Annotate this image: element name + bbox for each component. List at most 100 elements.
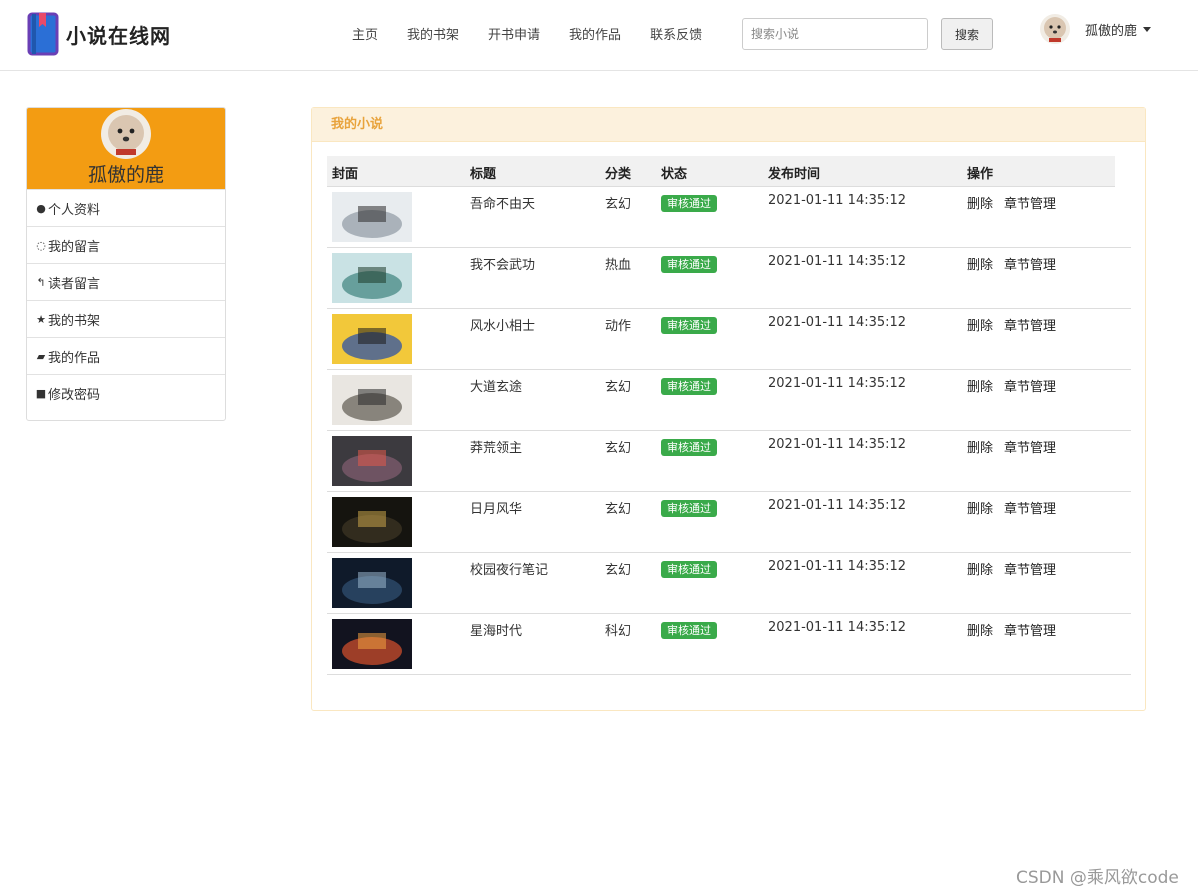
chapter-manage-button[interactable]: 章节管理 bbox=[1004, 315, 1056, 334]
avatar bbox=[1040, 14, 1070, 44]
sidebar-item-my-works[interactable]: ▰ 我的作品 bbox=[27, 337, 225, 374]
book-category: 热血 bbox=[605, 258, 632, 273]
sidebar-item-label: 我的留言 bbox=[48, 239, 101, 255]
book-cover-image[interactable] bbox=[332, 558, 412, 608]
book-cover-image[interactable] bbox=[332, 253, 412, 303]
status-badge: 审核通过 bbox=[661, 622, 717, 639]
chapter-manage-button[interactable]: 章节管理 bbox=[1004, 498, 1056, 517]
delete-button[interactable]: 删除 bbox=[967, 620, 993, 639]
book-cover-image[interactable] bbox=[332, 497, 412, 547]
chapter-manage-button[interactable]: 章节管理 bbox=[1004, 437, 1056, 456]
delete-button[interactable]: 删除 bbox=[967, 254, 993, 273]
sidebar-item-my-messages[interactable]: ◌ 我的留言 bbox=[27, 226, 225, 263]
publish-time: 2021-01-11 14:35:12 bbox=[768, 559, 907, 574]
chapter-manage-button[interactable]: 章节管理 bbox=[1004, 559, 1056, 578]
book-title[interactable]: 星海时代 bbox=[470, 620, 522, 639]
brand[interactable]: 小说在线网 bbox=[27, 12, 171, 56]
book-cover-image[interactable] bbox=[332, 436, 412, 486]
book-cover-image[interactable] bbox=[332, 619, 412, 669]
book-title[interactable]: 吾命不由天 bbox=[470, 193, 535, 212]
book-category: 玄幻 bbox=[605, 441, 632, 456]
chapter-manage-button[interactable]: 章节管理 bbox=[1004, 254, 1056, 273]
sidebar-item-change-password[interactable]: ■ 修改密码 bbox=[27, 374, 225, 411]
book-category: 动作 bbox=[605, 319, 632, 334]
header-title: 标题 bbox=[470, 167, 497, 182]
table-header: 封面 标题 分类 状态 发布时间 操作 bbox=[327, 156, 1115, 187]
panel-title: 我的小说 bbox=[312, 108, 1145, 142]
search-input[interactable] bbox=[742, 18, 928, 50]
profile-name: 孤傲的鹿 bbox=[87, 164, 164, 186]
delete-button[interactable]: 删除 bbox=[967, 193, 993, 212]
chapter-manage-button[interactable]: 章节管理 bbox=[1004, 620, 1056, 639]
sidebar-item-label: 个人资料 bbox=[48, 202, 101, 218]
nav-home[interactable]: 主页 bbox=[352, 24, 378, 43]
table-row: 星海时代 科幻 审核通过 2021-01-11 14:35:12 删除 章节管理 bbox=[327, 614, 1131, 675]
reply-icon: ↰ bbox=[36, 275, 46, 289]
top-navbar: 小说在线网 主页 我的书架 开书申请 我的作品 联系反馈 搜索 孤傲的鹿 bbox=[0, 0, 1198, 71]
sidebar-item-profile[interactable]: ● 个人资料 bbox=[27, 189, 225, 226]
table-row: 校园夜行笔记 玄幻 审核通过 2021-01-11 14:35:12 删除 章节管理 bbox=[327, 553, 1131, 614]
caret-down-icon bbox=[1143, 26, 1152, 32]
table-row: 日月风华 玄幻 审核通过 2021-01-11 14:35:12 删除 章节管理 bbox=[327, 492, 1131, 553]
book-cover-image[interactable] bbox=[332, 314, 412, 364]
header-actions: 操作 bbox=[967, 167, 994, 182]
publish-time: 2021-01-11 14:35:12 bbox=[768, 437, 907, 452]
watermark: CSDN @乘风欲code bbox=[1016, 868, 1179, 888]
book-category: 科幻 bbox=[605, 624, 632, 639]
sidebar-item-reader-messages[interactable]: ↰ 读者留言 bbox=[27, 263, 225, 300]
delete-button[interactable]: 删除 bbox=[967, 376, 993, 395]
my-novels-panel: 我的小说 封面 标题 分类 状态 发布时间 操作 吾命不由天 玄幻 审核通过 2021… bbox=[311, 107, 1146, 711]
book-title[interactable]: 莽荒领主 bbox=[470, 437, 522, 456]
nav-bookshelf[interactable]: 我的书架 bbox=[407, 24, 459, 43]
table-row: 我不会武功 热血 审核通过 2021-01-11 14:35:12 删除 章节管理 bbox=[327, 248, 1131, 309]
sidebar-item-label: 我的书架 bbox=[48, 313, 101, 329]
nav-my-works[interactable]: 我的作品 bbox=[569, 24, 621, 43]
delete-button[interactable]: 删除 bbox=[967, 437, 993, 456]
table-row: 大道玄途 玄幻 审核通过 2021-01-11 14:35:12 删除 章节管理 bbox=[327, 370, 1131, 431]
user-icon: ● bbox=[36, 201, 46, 215]
delete-button[interactable]: 删除 bbox=[967, 498, 993, 517]
chapter-manage-button[interactable]: 章节管理 bbox=[1004, 376, 1056, 395]
book-title[interactable]: 我不会武功 bbox=[470, 254, 535, 273]
sidebar-item-label: 我的作品 bbox=[48, 350, 101, 366]
status-badge: 审核通过 bbox=[661, 317, 717, 334]
sidebar-item-bookshelf[interactable]: ★ 我的书架 bbox=[27, 300, 225, 337]
user-menu[interactable]: 孤傲的鹿 bbox=[1040, 14, 1152, 44]
nav-feedback[interactable]: 联系反馈 bbox=[650, 24, 702, 43]
publish-time: 2021-01-11 14:35:12 bbox=[768, 498, 907, 513]
status-badge: 审核通过 bbox=[661, 378, 717, 395]
publish-time: 2021-01-11 14:35:12 bbox=[768, 376, 907, 391]
main-nav: 主页 我的书架 开书申请 我的作品 联系反馈 bbox=[352, 24, 731, 43]
book-category: 玄幻 bbox=[605, 563, 632, 578]
book-category: 玄幻 bbox=[605, 380, 632, 395]
header-status: 状态 bbox=[661, 167, 688, 182]
status-badge: 审核通过 bbox=[661, 500, 717, 517]
delete-button[interactable]: 删除 bbox=[967, 315, 993, 334]
nav-apply-book[interactable]: 开书申请 bbox=[488, 24, 540, 43]
publish-time: 2021-01-11 14:35:12 bbox=[768, 315, 907, 330]
search-button[interactable]: 搜索 bbox=[941, 18, 993, 50]
publish-time: 2021-01-11 14:35:12 bbox=[768, 620, 907, 635]
book-cover-image[interactable] bbox=[332, 192, 412, 242]
status-badge: 审核通过 bbox=[661, 561, 717, 578]
publish-time: 2021-01-11 14:35:12 bbox=[768, 254, 907, 269]
book-category: 玄幻 bbox=[605, 502, 632, 517]
book-title[interactable]: 校园夜行笔记 bbox=[470, 559, 548, 578]
book-cover-image[interactable] bbox=[332, 375, 412, 425]
chapter-manage-button[interactable]: 章节管理 bbox=[1004, 193, 1056, 212]
book-category: 玄幻 bbox=[605, 197, 632, 212]
book-icon: ▰ bbox=[36, 349, 46, 363]
table-row: 莽荒领主 玄幻 审核通过 2021-01-11 14:35:12 删除 章节管理 bbox=[327, 431, 1131, 492]
header-cover: 封面 bbox=[332, 167, 359, 182]
delete-button[interactable]: 删除 bbox=[967, 559, 993, 578]
header-category: 分类 bbox=[605, 167, 632, 182]
brand-title: 小说在线网 bbox=[66, 23, 171, 48]
publish-time: 2021-01-11 14:35:12 bbox=[768, 193, 907, 208]
sidebar-item-label: 读者留言 bbox=[48, 276, 101, 292]
sidebar-item-label: 修改密码 bbox=[48, 387, 101, 403]
book-title[interactable]: 风水小相士 bbox=[470, 315, 535, 334]
book-title[interactable]: 大道玄途 bbox=[470, 376, 522, 395]
book-title[interactable]: 日月风华 bbox=[470, 498, 522, 517]
comment-icon: ◌ bbox=[36, 238, 46, 252]
table-row: 风水小相士 动作 审核通过 2021-01-11 14:35:12 删除 章节管理 bbox=[327, 309, 1131, 370]
